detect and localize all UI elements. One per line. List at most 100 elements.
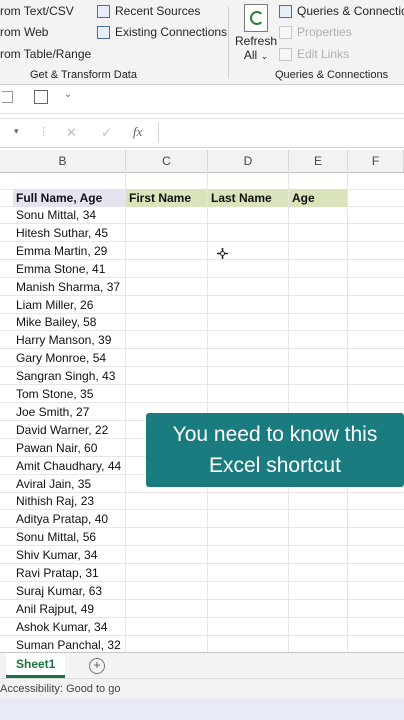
full-name-age-cell[interactable]: Amit Chaudhary, 44	[13, 456, 126, 475]
cell[interactable]	[289, 564, 348, 582]
cell[interactable]	[289, 367, 348, 386]
cell[interactable]	[126, 581, 208, 600]
from-web-button[interactable]: rom Web	[0, 25, 48, 39]
cell[interactable]	[208, 385, 289, 403]
column-header-e[interactable]: E	[289, 150, 348, 172]
full-name-age-cell[interactable]: Harry Manson, 39	[13, 331, 126, 350]
cell[interactable]	[208, 617, 289, 636]
properties-button[interactable]: Properties	[279, 25, 352, 39]
cancel-icon[interactable]: ✕	[66, 125, 77, 141]
existing-connections-button[interactable]: Existing Connections	[97, 25, 227, 39]
cell[interactable]	[126, 367, 208, 386]
cell[interactable]	[289, 295, 348, 314]
cell[interactable]	[126, 528, 208, 547]
full-name-age-cell[interactable]: Liam Miller, 26	[13, 295, 126, 314]
from-table-range-button[interactable]: rom Table/Range	[0, 47, 91, 61]
full-name-age-cell[interactable]: Mike Bailey, 58	[13, 313, 126, 332]
full-name-age-cell[interactable]: Suman Panchal, 32	[13, 635, 126, 652]
cell[interactable]	[126, 206, 208, 224]
cell[interactable]	[289, 617, 348, 636]
name-box-dropdown-icon[interactable]: ▾	[14, 126, 19, 137]
full-name-age-cell[interactable]: Sonu Mittal, 34	[13, 206, 126, 224]
print-preview-icon[interactable]	[34, 90, 48, 104]
cell[interactable]	[289, 313, 348, 332]
full-name-age-cell[interactable]: David Warner, 22	[13, 420, 126, 439]
cell[interactable]	[208, 223, 289, 242]
cell[interactable]	[208, 546, 289, 565]
cell[interactable]	[208, 492, 289, 511]
cell[interactable]	[126, 492, 208, 511]
queries-connections-button[interactable]: Queries & Connections	[279, 4, 404, 18]
full-name-age-cell[interactable]: Tom Stone, 35	[13, 385, 126, 403]
column-header-b[interactable]: B	[0, 150, 126, 172]
header-age[interactable]: Age	[289, 189, 348, 207]
cell[interactable]	[208, 528, 289, 547]
cell[interactable]	[289, 581, 348, 600]
full-name-age-cell[interactable]: Aditya Pratap, 40	[13, 510, 126, 529]
cell[interactable]	[208, 331, 289, 350]
edit-links-button[interactable]: Edit Links	[279, 47, 349, 61]
cell[interactable]	[208, 564, 289, 582]
cell[interactable]	[289, 259, 348, 278]
column-header-d[interactable]: D	[208, 150, 289, 172]
cell[interactable]	[289, 635, 348, 652]
cell[interactable]	[289, 241, 348, 260]
full-name-age-cell[interactable]: Emma Stone, 41	[13, 259, 126, 278]
column-header-f[interactable]: F	[348, 150, 404, 172]
undo-icon[interactable]	[2, 91, 13, 103]
cell[interactable]	[126, 259, 208, 278]
cell[interactable]	[289, 277, 348, 296]
cell[interactable]	[289, 492, 348, 511]
sheet-tab-sheet1[interactable]: Sheet1	[6, 653, 66, 678]
refresh-all-button[interactable]: Refresh All ⌄	[234, 4, 278, 62]
full-name-age-cell[interactable]: Ravi Pratap, 31	[13, 564, 126, 582]
insert-function-button[interactable]: fx	[133, 124, 142, 140]
add-sheet-icon[interactable]: +	[89, 658, 105, 674]
header-full-name-age[interactable]: Full Name, Age	[13, 189, 126, 207]
cell[interactable]	[208, 313, 289, 332]
cell[interactable]	[208, 367, 289, 386]
cell[interactable]	[289, 599, 348, 618]
cell[interactable]	[126, 295, 208, 314]
full-name-age-cell[interactable]: Manish Sharma, 37	[13, 277, 126, 296]
cell[interactable]	[126, 223, 208, 242]
from-text-csv-button[interactable]: rom Text/CSV	[0, 4, 74, 18]
cell[interactable]	[208, 581, 289, 600]
full-name-age-cell[interactable]: Sangran Singh, 43	[13, 367, 126, 386]
cell[interactable]	[126, 277, 208, 296]
header-first-name[interactable]: First Name	[126, 189, 208, 207]
full-name-age-cell[interactable]: Anil Rajput, 49	[13, 599, 126, 618]
full-name-age-cell[interactable]: Sonu Mittal, 56	[13, 528, 126, 547]
cell[interactable]	[208, 635, 289, 652]
cell[interactable]	[289, 172, 348, 190]
cell[interactable]	[289, 331, 348, 350]
cell[interactable]	[126, 172, 208, 190]
full-name-age-cell[interactable]: Emma Martin, 29	[13, 241, 126, 260]
cell[interactable]	[208, 277, 289, 296]
header-last-name[interactable]: Last Name	[208, 189, 289, 207]
full-name-age-cell[interactable]: Aviral Jain, 35	[13, 474, 126, 493]
cell[interactable]	[126, 510, 208, 529]
cell[interactable]	[126, 331, 208, 350]
cell[interactable]	[289, 223, 348, 242]
column-header-c[interactable]: C	[126, 150, 208, 172]
recent-sources-button[interactable]: Recent Sources	[97, 4, 200, 18]
cell[interactable]	[208, 599, 289, 618]
full-name-age-cell[interactable]: Gary Monroe, 54	[13, 349, 126, 368]
full-name-age-cell[interactable]: Joe Smith, 27	[13, 402, 126, 421]
cell[interactable]	[208, 172, 289, 190]
accessibility-status[interactable]: Accessibility: Good to go	[0, 683, 120, 695]
cell[interactable]	[0, 172, 126, 190]
cell[interactable]	[126, 599, 208, 618]
cell[interactable]	[289, 546, 348, 565]
customize-toolbar-icon[interactable]: ⌄	[64, 89, 72, 100]
cell[interactable]	[126, 241, 208, 260]
cell[interactable]	[208, 259, 289, 278]
enter-icon[interactable]: ✓	[101, 125, 112, 141]
cell[interactable]	[126, 564, 208, 582]
cell[interactable]	[289, 206, 348, 224]
cell[interactable]	[289, 349, 348, 368]
cell[interactable]	[289, 385, 348, 403]
cell[interactable]	[208, 349, 289, 368]
full-name-age-cell[interactable]: Hitesh Suthar, 45	[13, 223, 126, 242]
